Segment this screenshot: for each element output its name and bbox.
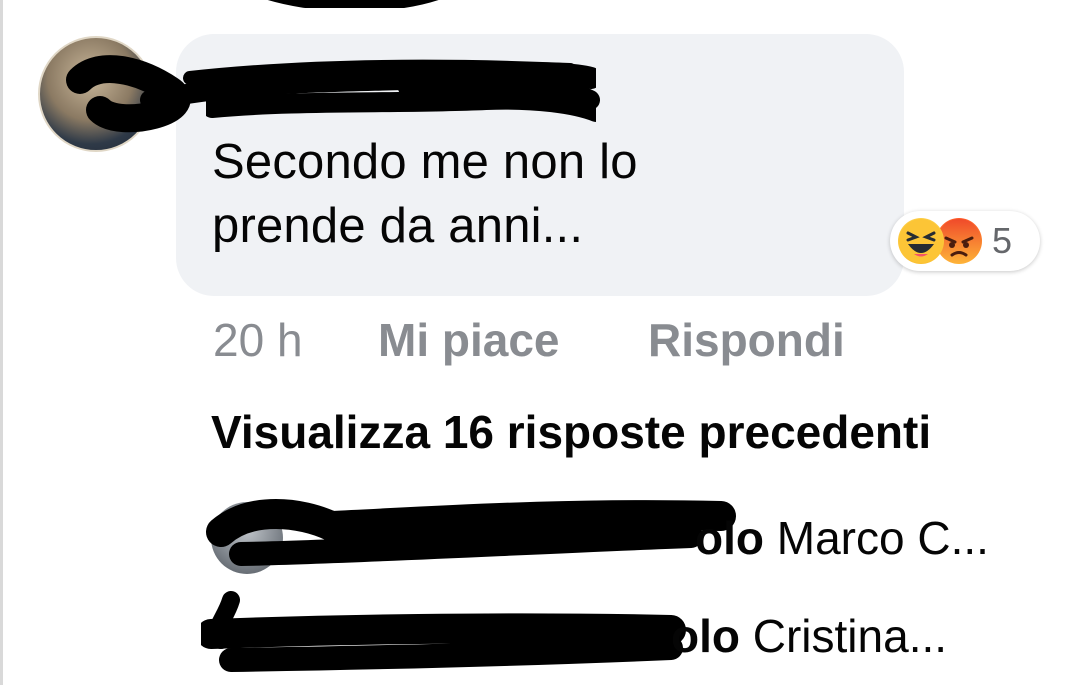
reply-preview-text: olo Marco C... [695, 508, 989, 568]
reply-preview-row[interactable]: olo Cristina... [201, 591, 1071, 676]
comment-timestamp[interactable]: 20 h [213, 310, 303, 370]
reply-preview-row[interactable]: olo Marco C... [206, 498, 1071, 578]
facebook-comment-thread: Secondo me non lo prende da anni... 5 20… [0, 0, 1080, 685]
reply-preview-text: olo Cristina... [671, 606, 947, 666]
reply-mention: Marco C... [776, 512, 989, 564]
comment-text: Secondo me non lo prende da anni... [212, 130, 852, 258]
reply-author-redaction [206, 499, 736, 566]
haha-reaction-icon [898, 218, 944, 264]
reaction-count: 5 [992, 220, 1013, 261]
comment-text-line-2: prende da anni... [212, 199, 584, 253]
reply-button[interactable]: Rispondi [648, 310, 845, 370]
like-button[interactable]: Mi piace [378, 310, 560, 370]
reply-mention: Cristina... [752, 610, 948, 662]
view-previous-replies-link[interactable]: Visualizza 16 risposte precedenti [211, 402, 931, 462]
reply-author-suffix: olo [695, 512, 764, 564]
reactions-summary[interactable]: 5 [890, 211, 1040, 271]
screen-edge [0, 0, 3, 685]
redaction-scribble-top [267, 0, 439, 8]
redaction-scribble-author [66, 55, 600, 133]
reply-author-suffix: olo [671, 610, 740, 662]
